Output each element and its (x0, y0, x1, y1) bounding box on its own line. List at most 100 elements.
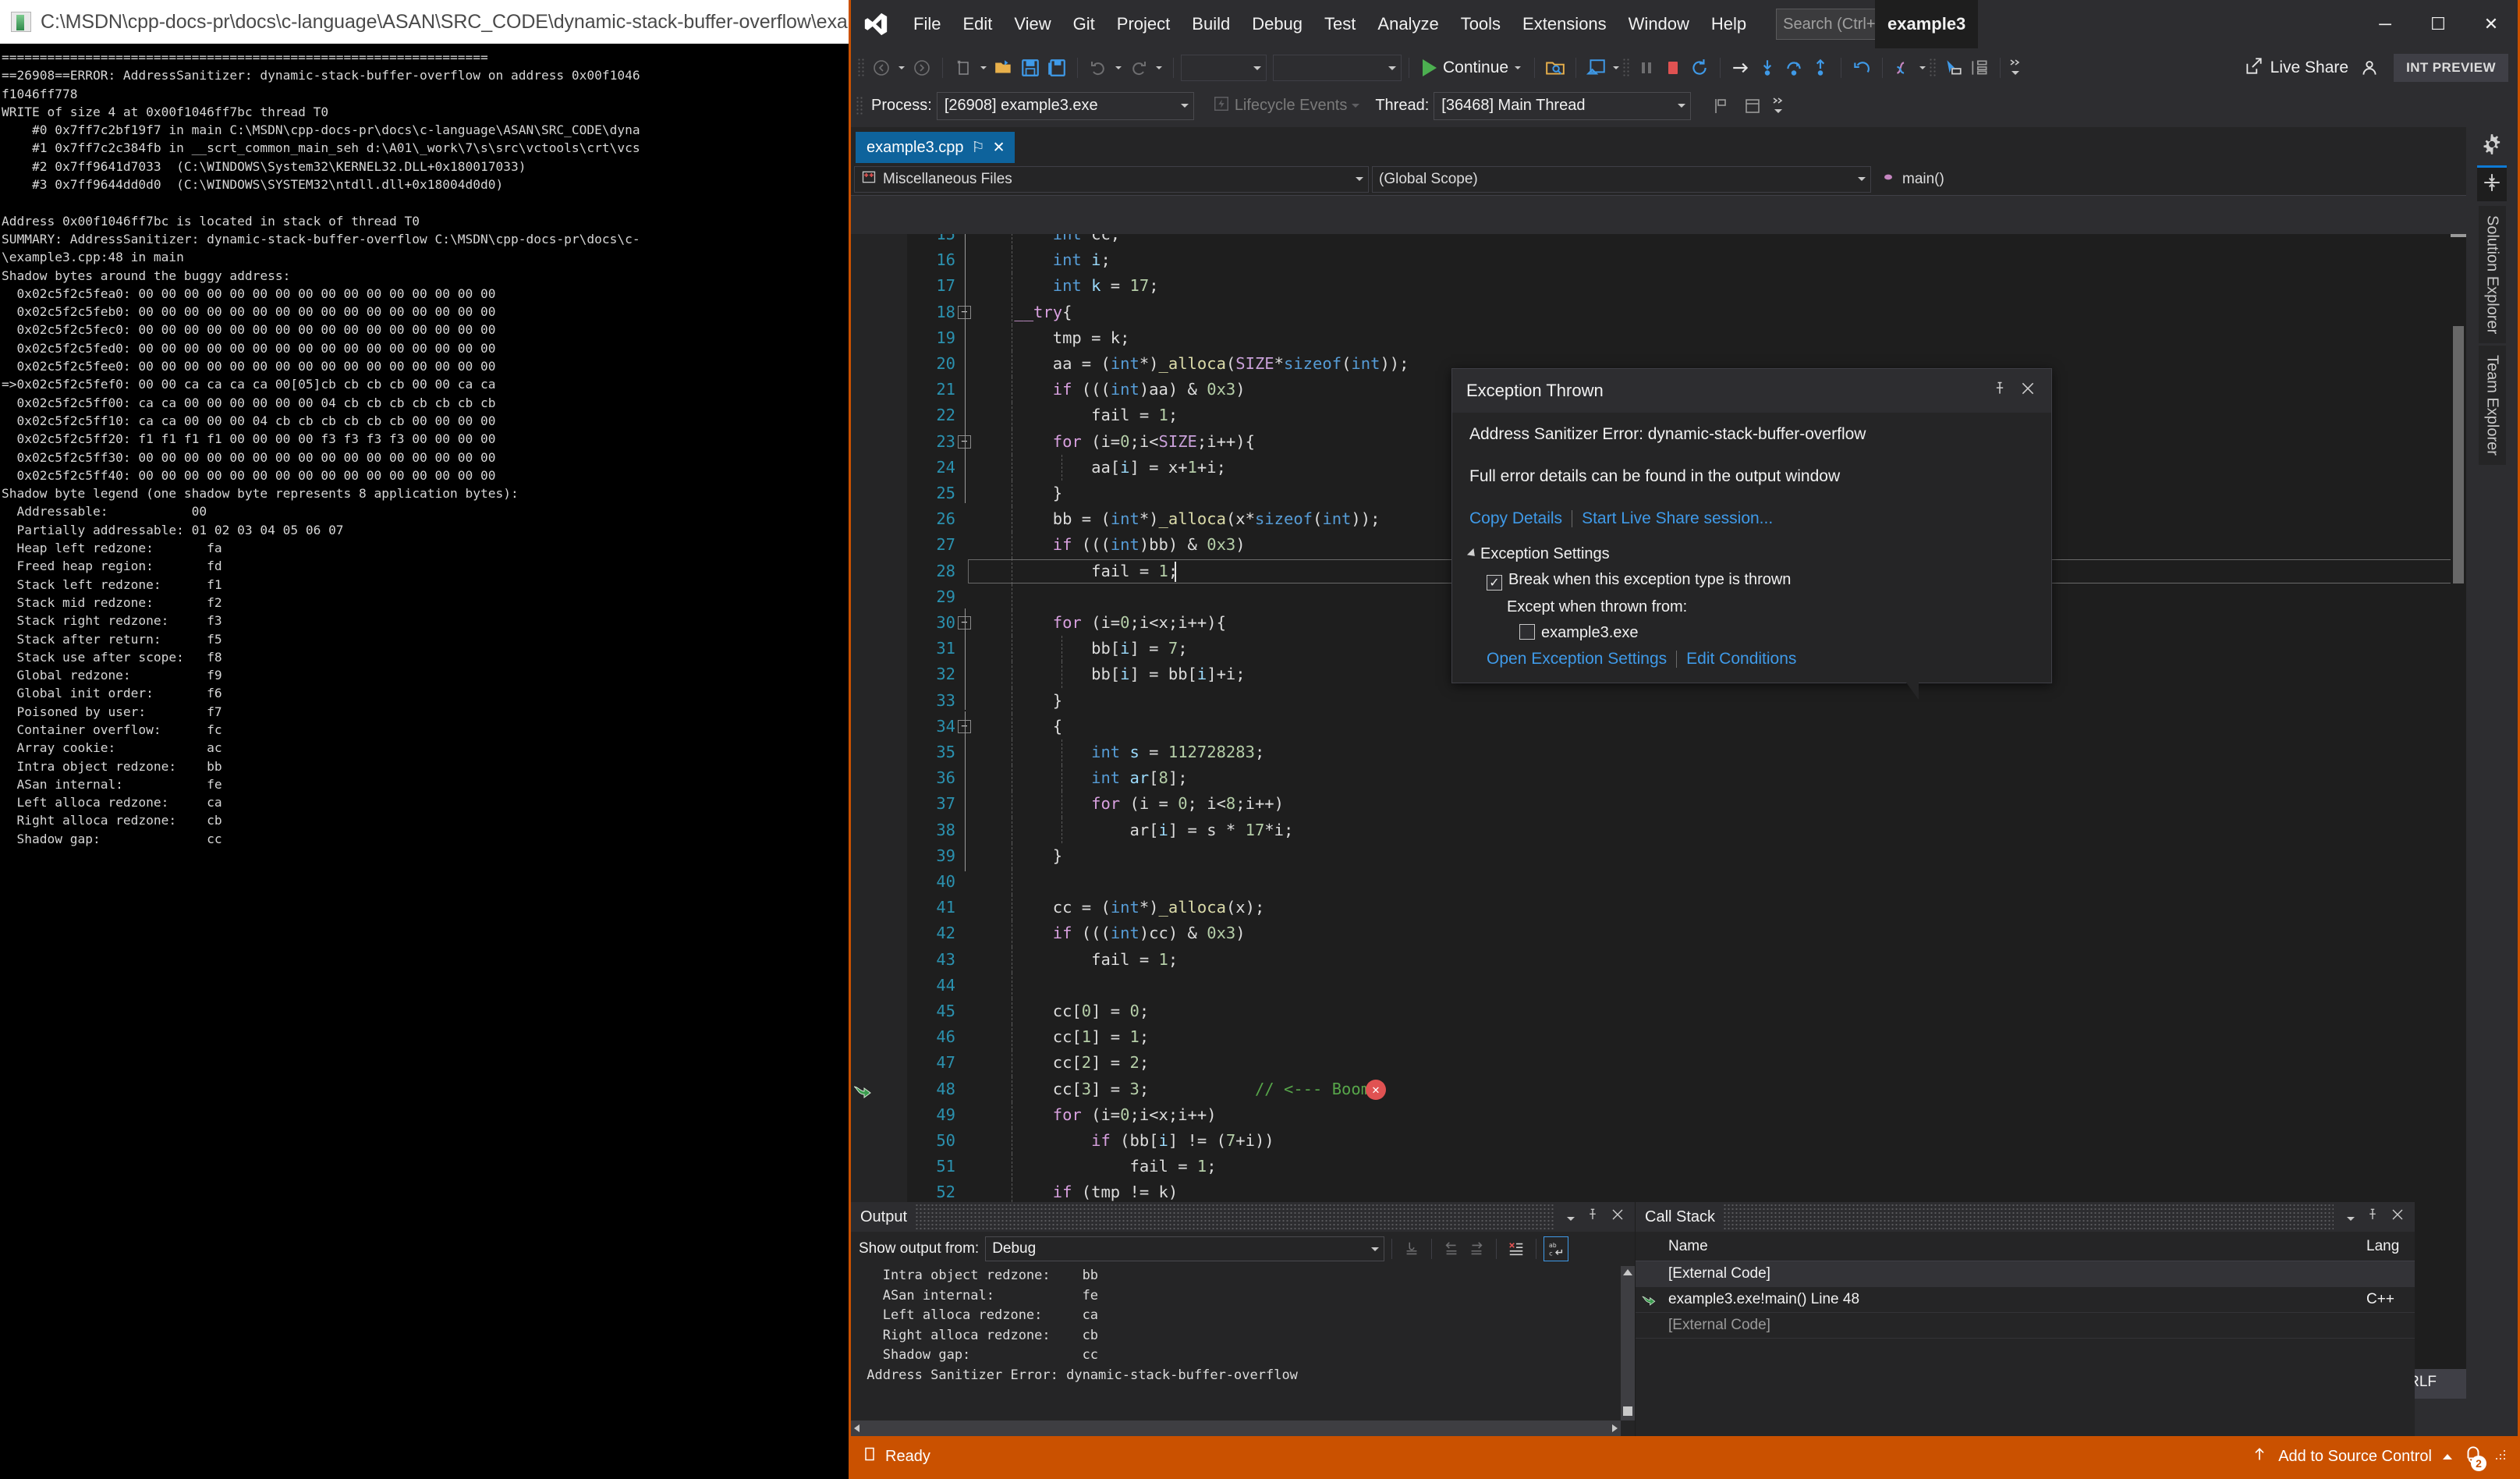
break-when-thrown-row[interactable]: ✓ Break when this exception type is throw… (1469, 571, 2034, 591)
menu-analyze[interactable]: Analyze (1366, 9, 1449, 39)
chevron-up-icon[interactable] (2443, 1453, 2452, 1459)
step-back-icon[interactable] (1848, 55, 1875, 81)
chevron-down-icon[interactable] (1561, 1208, 1580, 1225)
clear-all-icon[interactable] (1504, 1236, 1529, 1261)
toolbar-grip[interactable] (1929, 58, 1937, 78)
toggle-word-wrap-icon[interactable]: ab c (1544, 1236, 1569, 1261)
call-stack-rows[interactable]: [External Code] example3.exe!main() Line … (1636, 1261, 2415, 1339)
code-line[interactable]: 18− __try{ (851, 300, 2466, 325)
break-when-thrown-checkbox[interactable]: ✓ (1487, 575, 1502, 591)
new-item-dropdown-icon[interactable] (976, 55, 991, 81)
project-combo[interactable]: Miscellaneous Files (854, 165, 1369, 193)
table-row[interactable]: [External Code] (1636, 1261, 2415, 1287)
step-over-icon[interactable] (1781, 55, 1807, 81)
code-editor[interactable]: 15 int cc; 16 int i; 17 int k = 17; 18− __t… (851, 234, 2466, 1369)
minimize-button[interactable]: ─ (2359, 0, 2412, 48)
except-item-row[interactable]: example3.exe (1469, 624, 2034, 642)
open-file-icon[interactable] (991, 55, 1017, 81)
menu-project[interactable]: Project (1106, 9, 1181, 39)
menu-git[interactable]: Git (1062, 9, 1106, 39)
toolbar-grip[interactable] (857, 58, 865, 78)
pin-icon[interactable]: ⚐ (972, 139, 985, 157)
code-line[interactable]: 41 cc = (int*)_alloca(x); (851, 895, 2466, 920)
menu-help[interactable]: Help (1700, 9, 1757, 39)
code-line[interactable]: 15 int cc; (851, 234, 2466, 247)
code-line[interactable]: 49 for (i=0;i<x;i++) (851, 1102, 2466, 1128)
menu-build[interactable]: Build (1181, 9, 1241, 39)
pin-icon[interactable] (1986, 380, 2014, 402)
start-live-share-link[interactable]: Start Live Share session... (1582, 509, 1773, 528)
close-icon[interactable]: ✕ (993, 139, 1005, 157)
code-line[interactable]: 44 (851, 973, 2466, 998)
tab-example3-cpp[interactable]: example3.cpp ⚐ ✕ (856, 132, 1015, 163)
output-vertical-scrollbar[interactable] (1621, 1266, 1635, 1420)
sidebar-item-solution-explorer[interactable]: Solution Explorer (2478, 206, 2506, 344)
close-icon[interactable] (2014, 381, 2042, 401)
find-message-in-code-icon[interactable] (1399, 1236, 1424, 1261)
show-threads-in-source-icon[interactable] (1708, 93, 1735, 119)
continue-button[interactable]: Continue (1416, 54, 1527, 82)
open-exception-settings-link[interactable]: Open Exception Settings (1487, 650, 1667, 669)
exception-thrown-popup[interactable]: Exception Thrown Address Sanitizer Error… (1451, 368, 2052, 700)
code-line[interactable]: 42 if (((int)cc) & 0x3) (851, 920, 2466, 946)
code-line[interactable]: 40 (851, 869, 2466, 895)
redo-dropdown-icon[interactable] (1152, 55, 1166, 81)
break-all-icon[interactable] (1633, 55, 1660, 81)
navigate-forward-icon[interactable] (909, 55, 935, 81)
exception-settings-header[interactable]: Exception Settings (1466, 545, 2034, 563)
resize-grip-icon[interactable] (2494, 1448, 2507, 1466)
toolbar-grip[interactable] (1622, 58, 1631, 78)
member-combo[interactable]: main() (1874, 165, 1949, 193)
debugbar-overflow-icon[interactable] (1770, 93, 1786, 119)
save-all-icon[interactable] (1044, 55, 1070, 81)
close-icon[interactable] (2385, 1208, 2410, 1226)
code-line[interactable]: 43 fail = 1; (851, 947, 2466, 973)
copy-details-link[interactable]: Copy Details (1469, 509, 1562, 528)
navigate-backward-icon[interactable] (868, 55, 895, 81)
code-line[interactable]: 46 cc[1] = 1; (851, 1024, 2466, 1050)
output-horizontal-scrollbar[interactable] (851, 1420, 1621, 1436)
continue-dropdown-icon[interactable] (1515, 66, 1522, 69)
column-name[interactable]: Name (1662, 1238, 2366, 1255)
maximize-button[interactable]: ☐ (2412, 0, 2465, 48)
add-to-source-control-label[interactable]: Add to Source Control (2278, 1448, 2432, 1466)
chevron-down-icon[interactable] (2341, 1208, 2360, 1225)
sidebar-item-team-explorer[interactable]: Team Explorer (2478, 346, 2506, 466)
save-icon[interactable] (1017, 55, 1044, 81)
code-line[interactable]: 45 cc[0] = 0; (851, 998, 2466, 1024)
run-to-cursor-icon[interactable] (1728, 55, 1754, 81)
code-line[interactable]: 33 } (851, 688, 2466, 714)
go-to-next-message-icon[interactable] (1464, 1236, 1489, 1261)
pin-icon[interactable] (2360, 1207, 2385, 1227)
edit-conditions-link[interactable]: Edit Conditions (1686, 650, 1796, 669)
step-into-icon[interactable] (1754, 55, 1781, 81)
thread-combo[interactable]: [36468] Main Thread (1434, 91, 1692, 120)
auto-hide-all-icon[interactable] (2477, 165, 2507, 201)
step-out-icon[interactable] (1807, 55, 1834, 81)
exception-marker-icon[interactable]: ✕ (1366, 1079, 1386, 1100)
editor-vertical-scrollbar[interactable] (2451, 234, 2466, 1369)
live-visual-tree-icon[interactable] (1966, 55, 1993, 81)
menu-extensions[interactable]: Extensions (1512, 9, 1618, 39)
pane-drag-handle[interactable] (1723, 1202, 2334, 1232)
menu-view[interactable]: View (1003, 9, 1062, 39)
code-line[interactable]: 39 } (851, 843, 2466, 869)
expander-icon[interactable] (1466, 548, 1479, 560)
hot-reload-dropdown-icon[interactable] (1610, 55, 1622, 81)
new-item-icon[interactable] (950, 55, 976, 81)
code-line[interactable]: 37 for (i = 0; i<8;i++) (851, 791, 2466, 817)
close-icon[interactable] (1605, 1208, 1630, 1226)
threads-window-icon[interactable] (1739, 93, 1766, 119)
diagnostic-tools-icon[interactable] (1890, 55, 1916, 81)
code-line[interactable]: 50 if (bb[i] != (7+i)) (851, 1128, 2466, 1154)
code-line[interactable]: 38 ar[i] = s * 17*i; (851, 818, 2466, 843)
redo-icon[interactable] (1125, 55, 1152, 81)
notifications-bell[interactable]: 2 (2463, 1443, 2486, 1471)
menu-test[interactable]: Test (1313, 9, 1366, 39)
menu-debug[interactable]: Debug (1241, 9, 1313, 39)
table-row[interactable]: example3.exe!main() Line 48 C++ (1636, 1287, 2415, 1313)
code-line[interactable]: 16 int i; (851, 247, 2466, 273)
go-to-previous-message-icon[interactable] (1439, 1236, 1464, 1261)
hot-reload-icon[interactable] (1583, 55, 1610, 81)
column-lang[interactable]: Lang (2366, 1238, 2415, 1255)
